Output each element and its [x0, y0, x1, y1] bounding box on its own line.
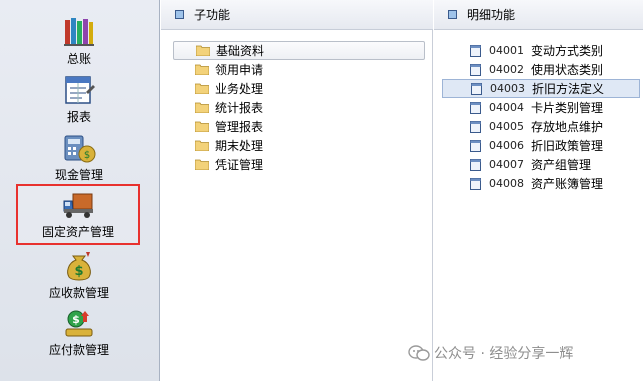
nav-item-reports[interactable]: 报表 — [18, 74, 140, 130]
money-payable-icon: $ — [65, 310, 93, 337]
folder-icon — [195, 64, 209, 75]
fixed-asset-truck-icon — [63, 193, 93, 218]
nav-label: 现金管理 — [54, 168, 103, 182]
nav-item-receivables[interactable]: $ 应收款管理 — [18, 250, 140, 306]
detail-item-04008[interactable]: 04008 资产账簿管理 — [442, 174, 640, 193]
module-sidebar: 总账 报表 $ 现金管理 固定资产管理 $ 应收款管理 $ 应付款管理 — [0, 0, 160, 381]
folder-item-period-end[interactable]: 期末处理 — [173, 136, 425, 155]
cash-calculator-icon: $ — [64, 135, 96, 163]
nav-label: 应收款管理 — [48, 286, 109, 300]
detail-name: 存放地点维护 — [531, 120, 604, 134]
folder-item-management-reports[interactable]: 管理报表 — [173, 117, 425, 136]
document-icon — [470, 63, 481, 76]
detail-code: 04008 — [489, 177, 524, 190]
folder-icon — [195, 83, 209, 94]
wechat-icon — [408, 345, 430, 361]
folder-icon — [195, 140, 209, 151]
detail-item-04005[interactable]: 04005 存放地点维护 — [442, 117, 640, 136]
folder-label: 统计报表 — [215, 101, 264, 115]
panel-square-icon — [448, 10, 457, 19]
nav-label: 固定资产管理 — [41, 225, 114, 239]
folder-item-statistical-reports[interactable]: 统计报表 — [173, 98, 425, 117]
detail-function-header: 明细功能 — [434, 0, 643, 30]
svg-text:$: $ — [74, 264, 83, 279]
detail-item-04007[interactable]: 04007 资产组管理 — [442, 155, 640, 174]
nav-label: 报表 — [66, 110, 91, 124]
folder-list: 基础资料 领用申请 业务处理 统计报表 管理报表 期末处理 凭证管理 — [173, 41, 425, 174]
nav-item-cash-management[interactable]: $ 现金管理 — [18, 132, 140, 188]
detail-item-04001[interactable]: 04001 变动方式类别 — [442, 41, 640, 60]
panel-square-icon — [175, 10, 184, 19]
folder-item-business-processing[interactable]: 业务处理 — [173, 79, 425, 98]
document-icon — [470, 177, 481, 190]
detail-code: 04005 — [489, 120, 524, 133]
detail-code: 04002 — [489, 63, 524, 76]
folder-item-requisition[interactable]: 领用申请 — [173, 60, 425, 79]
folder-label: 期末处理 — [215, 139, 264, 153]
detail-name: 资产组管理 — [531, 158, 592, 172]
detail-item-04006[interactable]: 04006 折旧政策管理 — [442, 136, 640, 155]
folder-label: 领用申请 — [215, 63, 264, 77]
detail-code: 04007 — [489, 158, 524, 171]
detail-code: 04003 — [490, 82, 525, 95]
detail-name: 卡片类别管理 — [531, 101, 604, 115]
detail-name: 使用状态类别 — [531, 63, 604, 77]
money-bag-receivable-icon: $ — [67, 252, 91, 281]
detail-code: 04006 — [489, 139, 524, 152]
folder-label: 业务处理 — [215, 82, 264, 96]
nav-label: 总账 — [66, 52, 91, 66]
report-form-icon — [65, 76, 95, 104]
detail-code: 04004 — [489, 101, 524, 114]
detail-item-04004[interactable]: 04004 卡片类别管理 — [442, 98, 640, 117]
document-icon — [471, 82, 482, 95]
detail-name: 折旧方法定义 — [532, 82, 605, 96]
svg-text:$: $ — [72, 313, 80, 326]
nav-item-general-ledger[interactable]: 总账 — [18, 16, 140, 72]
panel-title: 明细功能 — [467, 8, 516, 22]
sub-function-panel: 子功能 基础资料 领用申请 业务处理 统计报表 管理报表 期末处理 凭证管理 — [161, 0, 433, 381]
document-icon — [470, 158, 481, 171]
detail-name: 资产账簿管理 — [531, 177, 604, 191]
nav-label: 应付款管理 — [48, 343, 109, 357]
watermark-text: 公众号 · 经验分享一辉 — [434, 346, 574, 362]
folder-icon — [196, 45, 210, 56]
detail-item-04003[interactable]: 04003 折旧方法定义 — [442, 79, 640, 98]
ledger-books-icon — [64, 18, 94, 46]
document-icon — [470, 44, 481, 57]
nav-item-payables[interactable]: $ 应付款管理 — [18, 307, 140, 363]
watermark: 公众号 · 经验分享一辉 — [408, 343, 573, 363]
detail-code: 04001 — [489, 44, 524, 57]
folder-label: 基础资料 — [216, 44, 265, 58]
nav-item-fixed-assets[interactable]: 固定资产管理 — [16, 184, 140, 245]
detail-name: 变动方式类别 — [531, 44, 604, 58]
folder-label: 管理报表 — [215, 120, 264, 134]
document-icon — [470, 139, 481, 152]
detail-name: 折旧政策管理 — [531, 139, 604, 153]
detail-function-panel: 明细功能 04001 变动方式类别 04002 使用状态类别 04003 折旧方… — [434, 0, 643, 381]
panel-title: 子功能 — [194, 8, 231, 22]
detail-item-04002[interactable]: 04002 使用状态类别 — [442, 60, 640, 79]
detail-list: 04001 变动方式类别 04002 使用状态类别 04003 折旧方法定义 0… — [442, 41, 640, 193]
svg-text:$: $ — [84, 150, 90, 161]
sub-function-header: 子功能 — [161, 0, 433, 30]
folder-icon — [195, 159, 209, 170]
document-icon — [470, 120, 481, 133]
folder-icon — [195, 121, 209, 132]
folder-icon — [195, 102, 209, 113]
folder-item-basic-data[interactable]: 基础资料 — [173, 41, 425, 60]
document-icon — [470, 101, 481, 114]
folder-item-voucher-management[interactable]: 凭证管理 — [173, 155, 425, 174]
folder-label: 凭证管理 — [215, 158, 264, 172]
